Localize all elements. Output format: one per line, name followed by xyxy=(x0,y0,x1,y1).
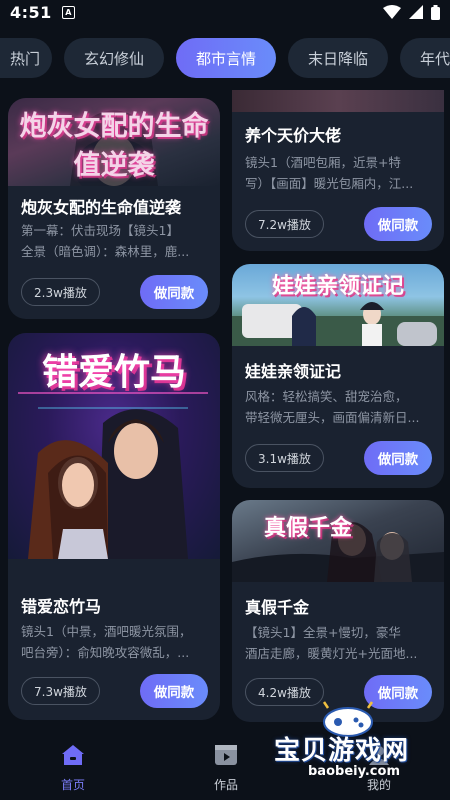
card-description: 【镜头1】全景+慢切，豪华 酒店走廊，暖黄灯光+光面地... xyxy=(245,622,435,664)
watermark-title: 宝贝游戏网 xyxy=(274,736,410,766)
card-thumbnail: 真假千金 xyxy=(232,500,444,582)
tab-label: 末日降临 xyxy=(307,49,368,68)
card-desc-line: 【镜头1】全景+慢切，豪华 xyxy=(245,625,401,640)
watermark-url: baobeiy.com xyxy=(308,764,400,779)
tab-moshi[interactable]: 末日降临 xyxy=(288,38,388,78)
card-title: 错爱恋竹马 xyxy=(21,597,102,616)
play-count-badge: 3.1w播放 xyxy=(245,444,324,472)
template-card[interactable]: 错爱竹马 错爱恋竹马 镜头1（中景，酒吧暖光氛围， 吧台旁）：俞知晚攻容微乱，.… xyxy=(8,333,220,720)
template-card[interactable]: 娃娃亲领证记 娃娃亲领证记 风格：轻松搞笑、甜宠治愈， 带轻微无厘头，画面偏清新… xyxy=(232,264,444,488)
status-bar: 4:51 A xyxy=(0,0,450,24)
category-tabs: 热门 玄幻修仙 都市言情 末日降临 年代 xyxy=(0,36,450,80)
card-thumbnail: 娃娃亲领证记 xyxy=(232,264,444,346)
card-thumbnail xyxy=(232,90,444,112)
play-count-badge: 7.3w播放 xyxy=(21,677,100,705)
card-title: 娃娃亲领证记 xyxy=(245,362,342,381)
card-desc-line: 第一幕：伏击现场【镜头1】 xyxy=(21,223,179,238)
card-desc-line: 写）【画面】暖光包厢内，江... xyxy=(245,176,414,191)
site-watermark: 宝贝游戏网 baobeiy.com xyxy=(268,700,448,800)
tab-label: 年代 xyxy=(420,49,450,68)
wifi-icon xyxy=(383,5,401,19)
battery-icon xyxy=(431,4,440,20)
status-time: 4:51 xyxy=(10,2,52,22)
make-same-button[interactable]: 做同款 xyxy=(140,674,208,708)
card-description: 风格：轻松搞笑、甜宠治愈， 带轻微无厘头，画面偏清新日... xyxy=(245,386,435,428)
tab-label: 玄幻修仙 xyxy=(83,49,144,68)
card-desc-line: 全景（暗色调）：森林里，鹿... xyxy=(21,244,190,259)
play-count-badge: 2.3w播放 xyxy=(21,278,100,306)
tab-hot[interactable]: 热门 xyxy=(0,38,52,78)
nav-home[interactable]: 首页 xyxy=(38,744,108,793)
nav-label: 首页 xyxy=(60,778,85,792)
tab-niandai[interactable]: 年代 xyxy=(400,38,450,78)
card-description: 镜头1（酒吧包厢，近景+特 写）【画面】暖光包厢内，江... xyxy=(245,152,435,194)
make-same-button[interactable]: 做同款 xyxy=(140,275,208,309)
card-desc-line: 吧台旁）：俞知晚攻容微乱，... xyxy=(21,645,190,660)
card-description: 第一幕：伏击现场【镜头1】 全景（暗色调）：森林里，鹿... xyxy=(21,220,211,262)
notification-app-icon: A xyxy=(61,5,75,19)
card-description: 镜头1（中景，酒吧暖光氛围， 吧台旁）：俞知晚攻容微乱，... xyxy=(21,621,211,663)
card-title: 真假千金 xyxy=(245,598,310,617)
card-image-title: 娃娃亲领证记 xyxy=(271,274,404,299)
tab-dushi[interactable]: 都市言情 xyxy=(176,38,276,78)
card-image-title: 真假千金 xyxy=(263,516,352,541)
tab-xuanhuan[interactable]: 玄幻修仙 xyxy=(64,38,164,78)
home-icon xyxy=(61,744,85,770)
card-image-title: 错爱竹马 xyxy=(41,352,186,393)
card-desc-line: 风格：轻松搞笑、甜宠治愈， xyxy=(245,389,408,404)
video-icon xyxy=(214,744,238,770)
card-desc-line: 带轻微无厘头，画面偏清新日... xyxy=(245,410,420,425)
card-desc-line: 镜头1（中景，酒吧暖光氛围， xyxy=(21,624,192,639)
card-title: 炮灰女配的生命值逆袭 xyxy=(21,198,182,217)
nav-works[interactable]: 作品 xyxy=(191,744,261,793)
card-desc-line: 酒店走廊，暖黄灯光+光面地... xyxy=(245,646,418,661)
tab-label: 热门 xyxy=(9,49,40,68)
play-count-badge: 7.2w播放 xyxy=(245,210,324,238)
card-image-title: 炮灰女配的生命值逆袭 xyxy=(19,111,209,181)
signal-icon xyxy=(409,5,423,19)
card-title: 养个天价大佬 xyxy=(245,126,342,145)
make-same-button[interactable]: 做同款 xyxy=(364,207,432,241)
tab-label: 都市言情 xyxy=(195,49,256,68)
card-desc-line: 镜头1（酒吧包厢，近景+特 xyxy=(245,155,401,170)
card-thumbnail: 炮灰女配的生命值逆袭 xyxy=(8,98,220,186)
make-same-button[interactable]: 做同款 xyxy=(364,441,432,475)
template-card[interactable]: 真假千金 真假千金 【镜头1】全景+慢切，豪华 酒店走廊，暖黄灯光+光面地...… xyxy=(232,500,444,722)
template-card[interactable]: 炮灰女配的生命值逆袭 炮灰女配的生命值逆袭 第一幕：伏击现场【镜头1】 全景（暗… xyxy=(8,98,220,319)
card-thumbnail: 错爱竹马 xyxy=(8,333,220,559)
nav-label: 作品 xyxy=(213,778,238,792)
template-card[interactable]: 养个天价大佬 镜头1（酒吧包厢，近景+特 写）【画面】暖光包厢内，江... 7.… xyxy=(232,90,444,251)
